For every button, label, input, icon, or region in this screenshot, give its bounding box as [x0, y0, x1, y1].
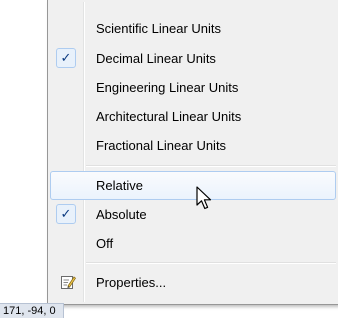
- menu-item-engineering-linear-units[interactable]: Engineering Linear Units: [50, 73, 336, 102]
- menu-item-off[interactable]: Off: [50, 229, 336, 258]
- menu-item-scientific-linear-units[interactable]: Scientific Linear Units: [50, 14, 336, 43]
- menu-separator: [86, 262, 336, 264]
- menu-item-absolute[interactable]: ✓ Absolute: [50, 200, 336, 229]
- menu-item-label: Decimal Linear Units: [96, 51, 216, 66]
- checkmark-icon: ✓: [56, 48, 76, 68]
- menu-separator: [86, 165, 336, 167]
- menu-item-architectural-linear-units[interactable]: Architectural Linear Units: [50, 102, 336, 131]
- menu-item-label: Architectural Linear Units: [96, 109, 242, 124]
- menu-item-label: Engineering Linear Units: [96, 80, 239, 95]
- coordinate-readout[interactable]: 171, -94, 0: [0, 303, 64, 318]
- properties-icon: [60, 274, 77, 290]
- menu-item-label: Fractional Linear Units: [96, 138, 227, 153]
- checkmark-icon: ✓: [56, 204, 76, 224]
- menu-item-fractional-linear-units[interactable]: Fractional Linear Units: [50, 131, 336, 160]
- menu-item-relative[interactable]: Relative: [50, 171, 336, 200]
- menu-item-label: Properties...: [96, 275, 167, 290]
- menu-item-label: Scientific Linear Units: [96, 21, 221, 36]
- menu-item-decimal-linear-units[interactable]: ✓ Decimal Linear Units: [50, 44, 336, 73]
- screen: Scientific Linear Units ✓ Decimal Linear…: [0, 0, 338, 318]
- coordinate-context-menu: Scientific Linear Units ✓ Decimal Linear…: [47, 0, 338, 305]
- menu-item-label: Absolute: [96, 207, 147, 222]
- menu-item-label: Relative: [96, 178, 143, 193]
- mouse-cursor-icon: [196, 186, 214, 212]
- menu-item-label: Off: [96, 236, 114, 251]
- menu-item-properties[interactable]: Properties...: [50, 268, 336, 297]
